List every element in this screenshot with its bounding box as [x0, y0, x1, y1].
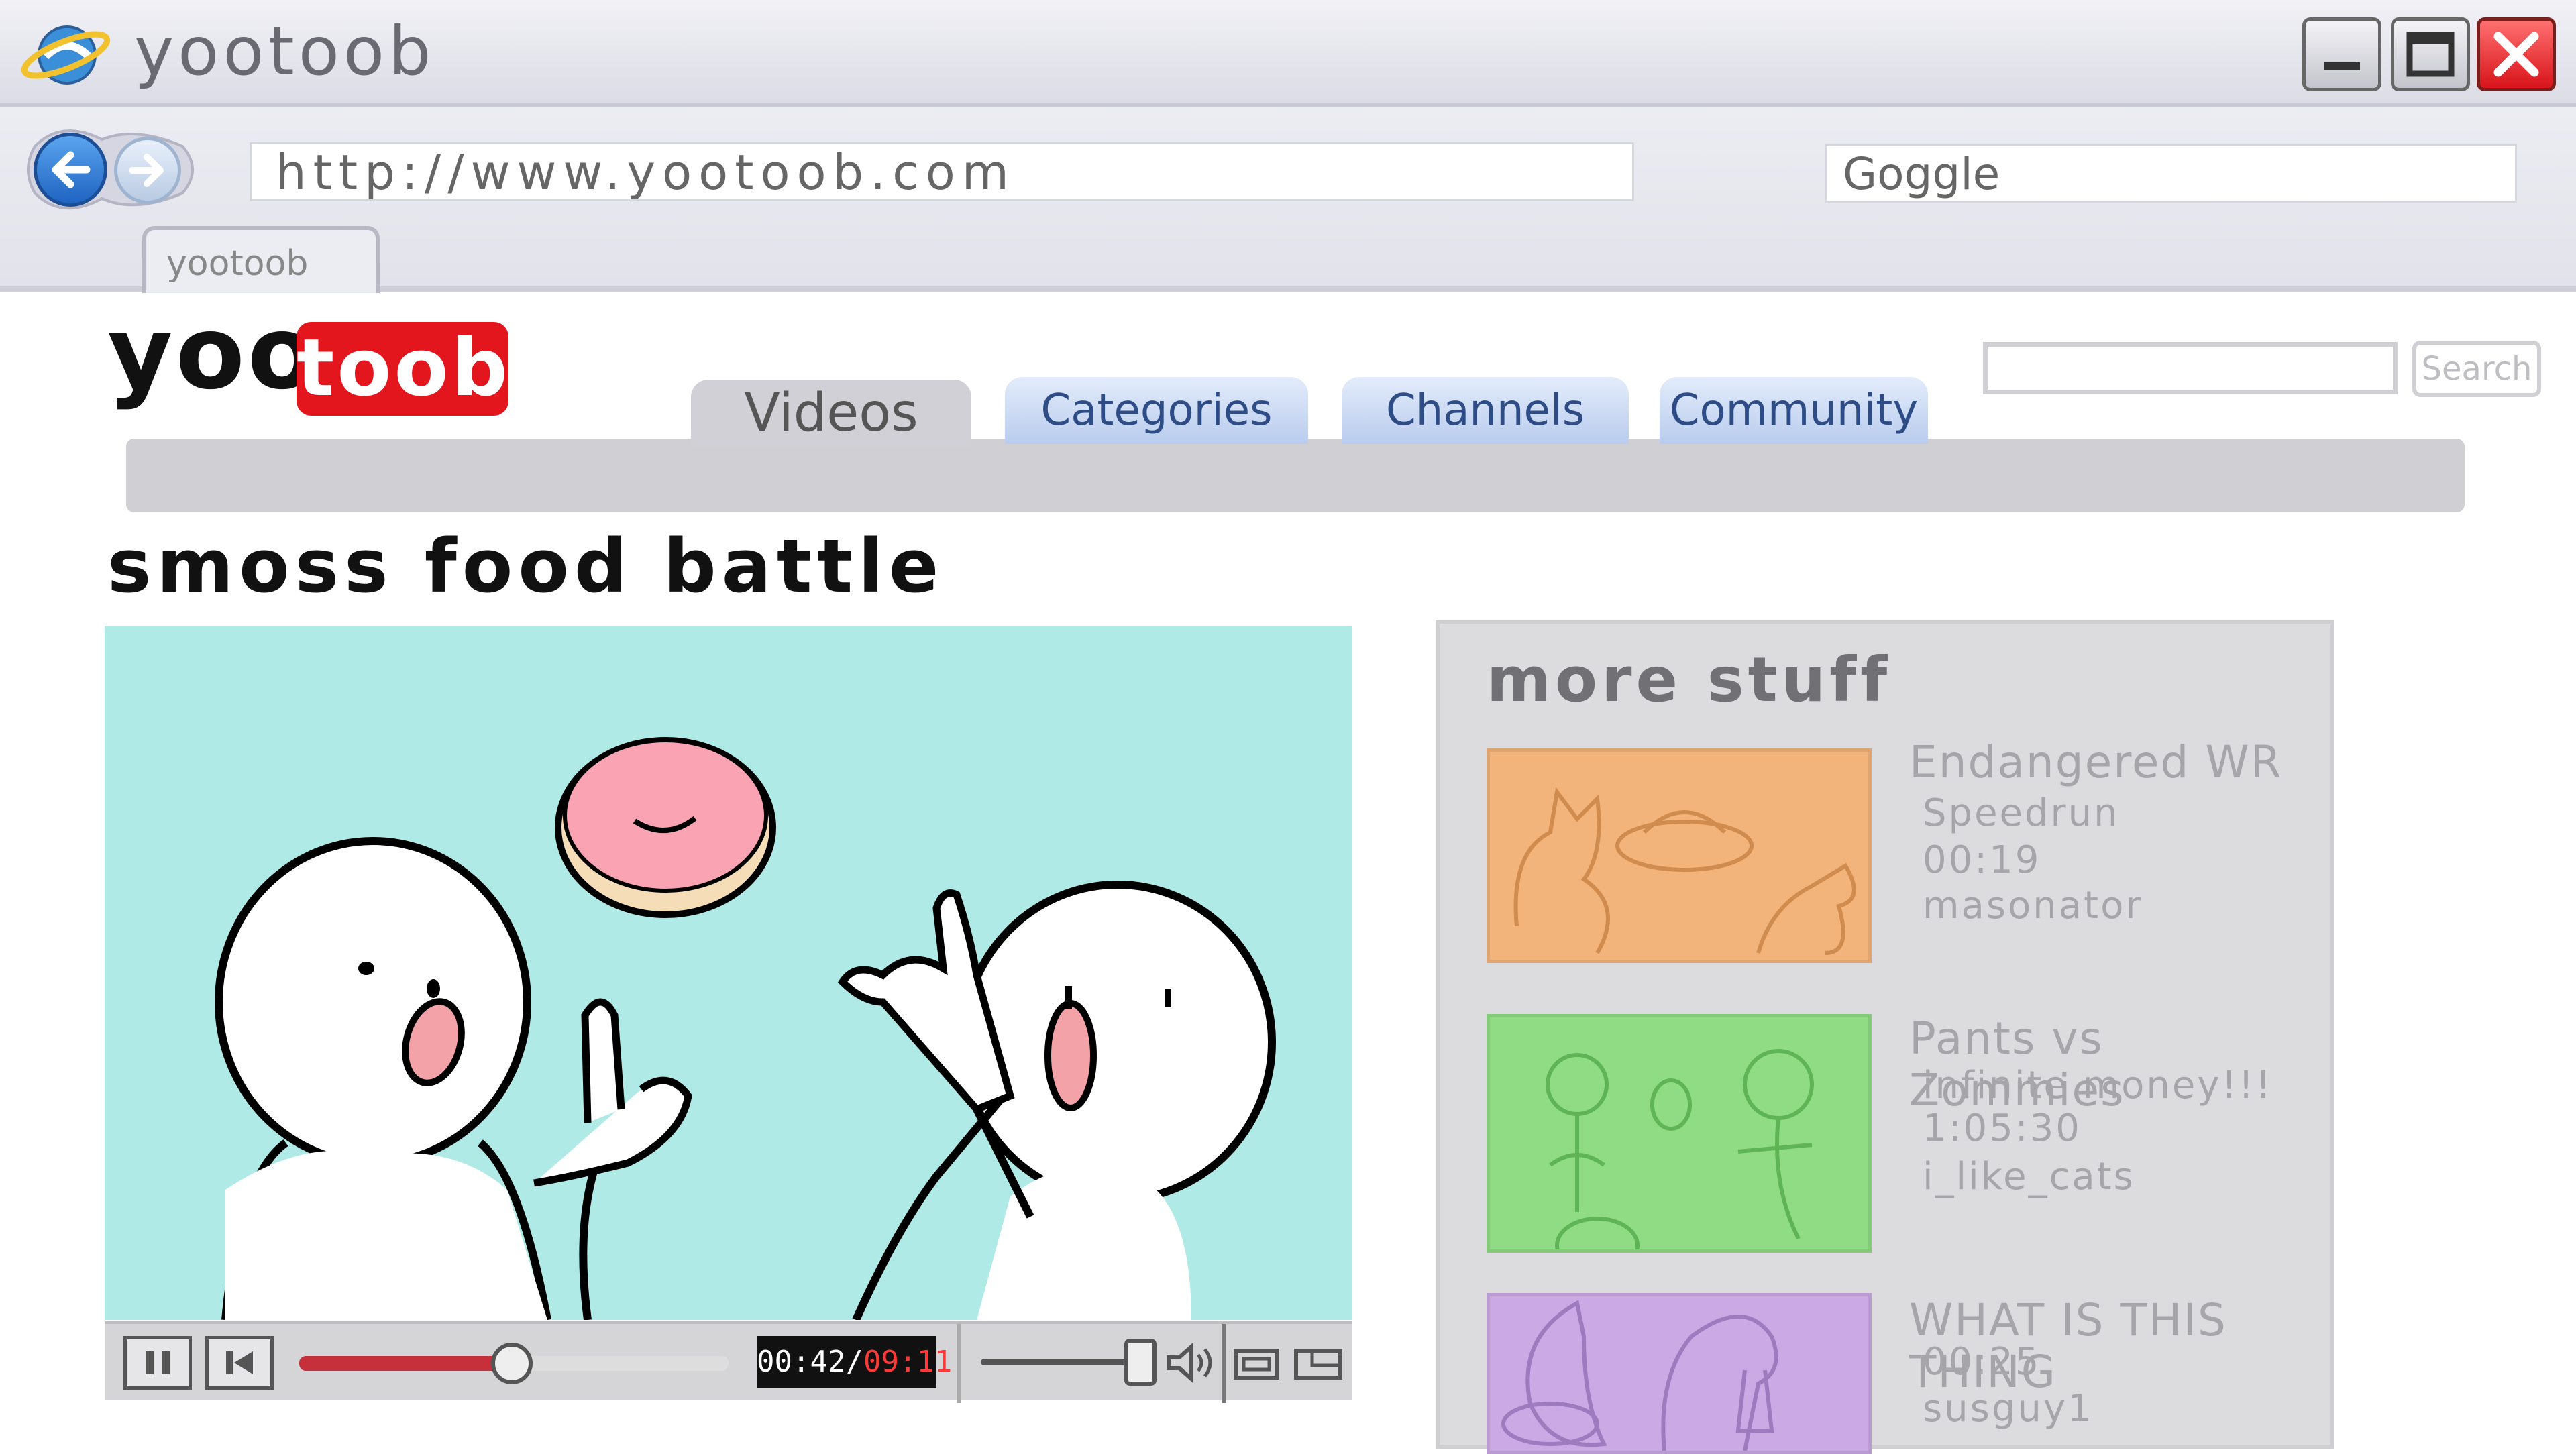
video-controls: 00:42/09:11: [105, 1321, 1352, 1403]
video-player[interactable]: [105, 626, 1352, 1320]
minimize-button[interactable]: [2302, 17, 2381, 91]
skip-back-icon: [226, 1351, 253, 1374]
donut-icon: [555, 737, 776, 918]
maximize-button[interactable]: [2391, 17, 2470, 91]
volume-icon[interactable]: [1165, 1343, 1218, 1383]
related-thumbnail-1[interactable]: [1487, 748, 1872, 963]
related-author-1[interactable]: masonator: [1923, 884, 2143, 928]
back-button[interactable]: [34, 133, 107, 207]
related-line-2a: infinite money!!!: [1923, 1064, 2273, 1107]
time-separator: /: [845, 1345, 863, 1379]
related-author-3[interactable]: susguy1: [1923, 1387, 2094, 1431]
close-button[interactable]: [2477, 17, 2556, 91]
site-search-button[interactable]: Search: [2412, 341, 2541, 397]
browser-search-input[interactable]: Goggle: [1825, 144, 2517, 203]
window-title: yootoob: [134, 12, 435, 91]
person-right-illustration: [837, 881, 1276, 1320]
progress-fill: [299, 1356, 514, 1371]
restart-button[interactable]: [205, 1336, 274, 1390]
progress-scrubber[interactable]: [491, 1343, 533, 1384]
video-frame-illustration: [215, 737, 1276, 1320]
plant-zombie-thumbnail-icon: [1546, 1049, 1814, 1274]
video-title: smoss food battle: [107, 523, 945, 609]
nav-bar: [126, 439, 2465, 512]
tab-categories[interactable]: Categories: [1005, 377, 1308, 444]
time-display: 00:42/09:11: [757, 1336, 952, 1388]
related-duration-2: 1:05:30: [1923, 1107, 2082, 1150]
address-bar[interactable]: http://www.yootoob.com: [250, 142, 1634, 201]
tab-videos[interactable]: Videos: [691, 380, 971, 447]
related-line-1a: Speedrun: [1923, 791, 2120, 835]
browser-logo-icon: [21, 25, 111, 85]
sidebar-title: more stuff: [1487, 644, 1892, 716]
total-time: 09:11: [863, 1345, 953, 1379]
volume-slider-handle[interactable]: [1124, 1339, 1157, 1386]
pause-button[interactable]: [123, 1336, 192, 1390]
related-sidebar: more stuff Endangered WR Speedrun 00:19 …: [1436, 620, 2334, 1454]
widescreen-icon[interactable]: [1232, 1347, 1285, 1380]
arrow-right-icon: [129, 154, 164, 187]
minimize-icon: [2324, 62, 2360, 70]
pause-icon: [146, 1351, 170, 1374]
related-title-1[interactable]: Endangered WR: [1909, 736, 2282, 788]
popout-icon[interactable]: [1292, 1347, 1346, 1380]
related-thumbnail-2[interactable]: [1487, 1014, 1872, 1274]
maximize-icon: [2406, 32, 2455, 77]
controls-divider: [957, 1324, 961, 1403]
related-duration-3: 00:25: [1923, 1340, 2041, 1384]
site-search-input[interactable]: [1983, 342, 2398, 394]
dinosaur-ufo-thumbnail-icon: [1513, 787, 1856, 955]
tab-community[interactable]: Community: [1660, 377, 1928, 444]
person-left-illustration: [215, 837, 692, 1320]
arrow-left-icon: [52, 151, 91, 188]
site-logo-toob[interactable]: toob: [297, 322, 508, 416]
controls-divider-2: [1222, 1324, 1226, 1403]
forward-button[interactable]: [114, 137, 181, 204]
browser-tab[interactable]: yootoob: [142, 226, 380, 293]
current-time: 00:42: [757, 1345, 846, 1379]
creature-thumbnail-icon: [1501, 1300, 1778, 1451]
related-duration-1: 00:19: [1923, 838, 2041, 882]
related-author-2[interactable]: i_like_cats: [1923, 1155, 2135, 1198]
related-thumbnail-3[interactable]: [1487, 1293, 1872, 1454]
close-icon: [2493, 32, 2539, 77]
site-logo-yoo[interactable]: yoo: [107, 295, 319, 412]
tab-channels[interactable]: Channels: [1342, 377, 1629, 444]
